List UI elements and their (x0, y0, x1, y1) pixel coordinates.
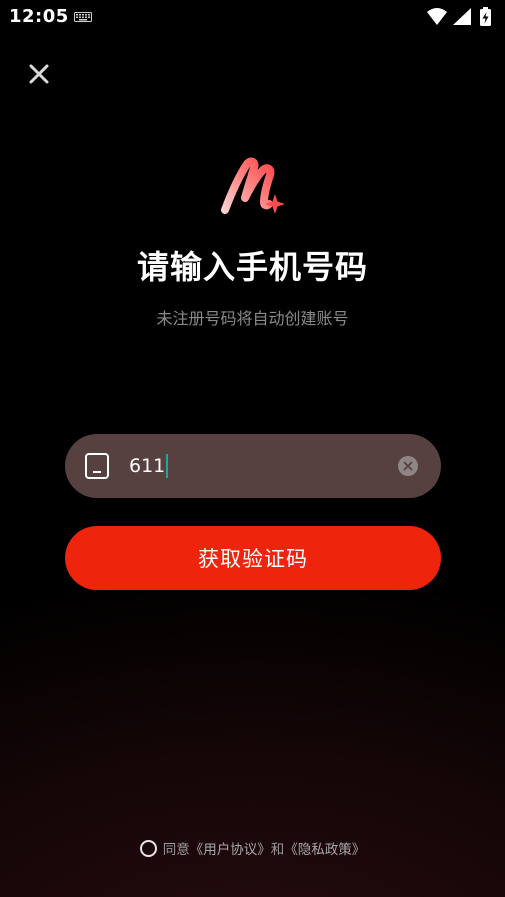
status-icons (427, 7, 491, 26)
privacy-policy-link[interactable]: 《隐私政策》 (284, 838, 365, 858)
page-subtitle: 未注册号码将自动创建账号 (156, 309, 349, 328)
agreement-prefix: 同意 (162, 842, 190, 858)
agreement-row: 同意 《用户协议》 和 《隐私政策》 (0, 837, 505, 859)
battery-charging-icon (480, 7, 491, 26)
user-agreement-link[interactable]: 《用户协议》 (190, 838, 271, 858)
status-bar: 12:05 (0, 0, 505, 34)
get-code-button[interactable]: 获取验证码 (65, 526, 441, 590)
phone-input[interactable]: 611 (129, 454, 169, 478)
page-title: 请输入手机号码 (136, 248, 368, 286)
app-logo-icon (221, 157, 285, 214)
text-cursor (166, 454, 169, 478)
agree-checkbox[interactable] (139, 839, 157, 857)
phone-field[interactable]: 611 (65, 434, 441, 498)
status-time: 12:05 (9, 6, 69, 27)
signal-icon (453, 8, 471, 25)
agreement-conjunction: 和 (270, 842, 285, 858)
close-icon[interactable] (24, 59, 54, 89)
wifi-icon (427, 8, 447, 25)
phone-icon (85, 453, 109, 479)
keyboard-icon (74, 12, 92, 22)
clear-circle-icon[interactable] (397, 455, 419, 477)
phone-input-value: 611 (129, 455, 166, 477)
